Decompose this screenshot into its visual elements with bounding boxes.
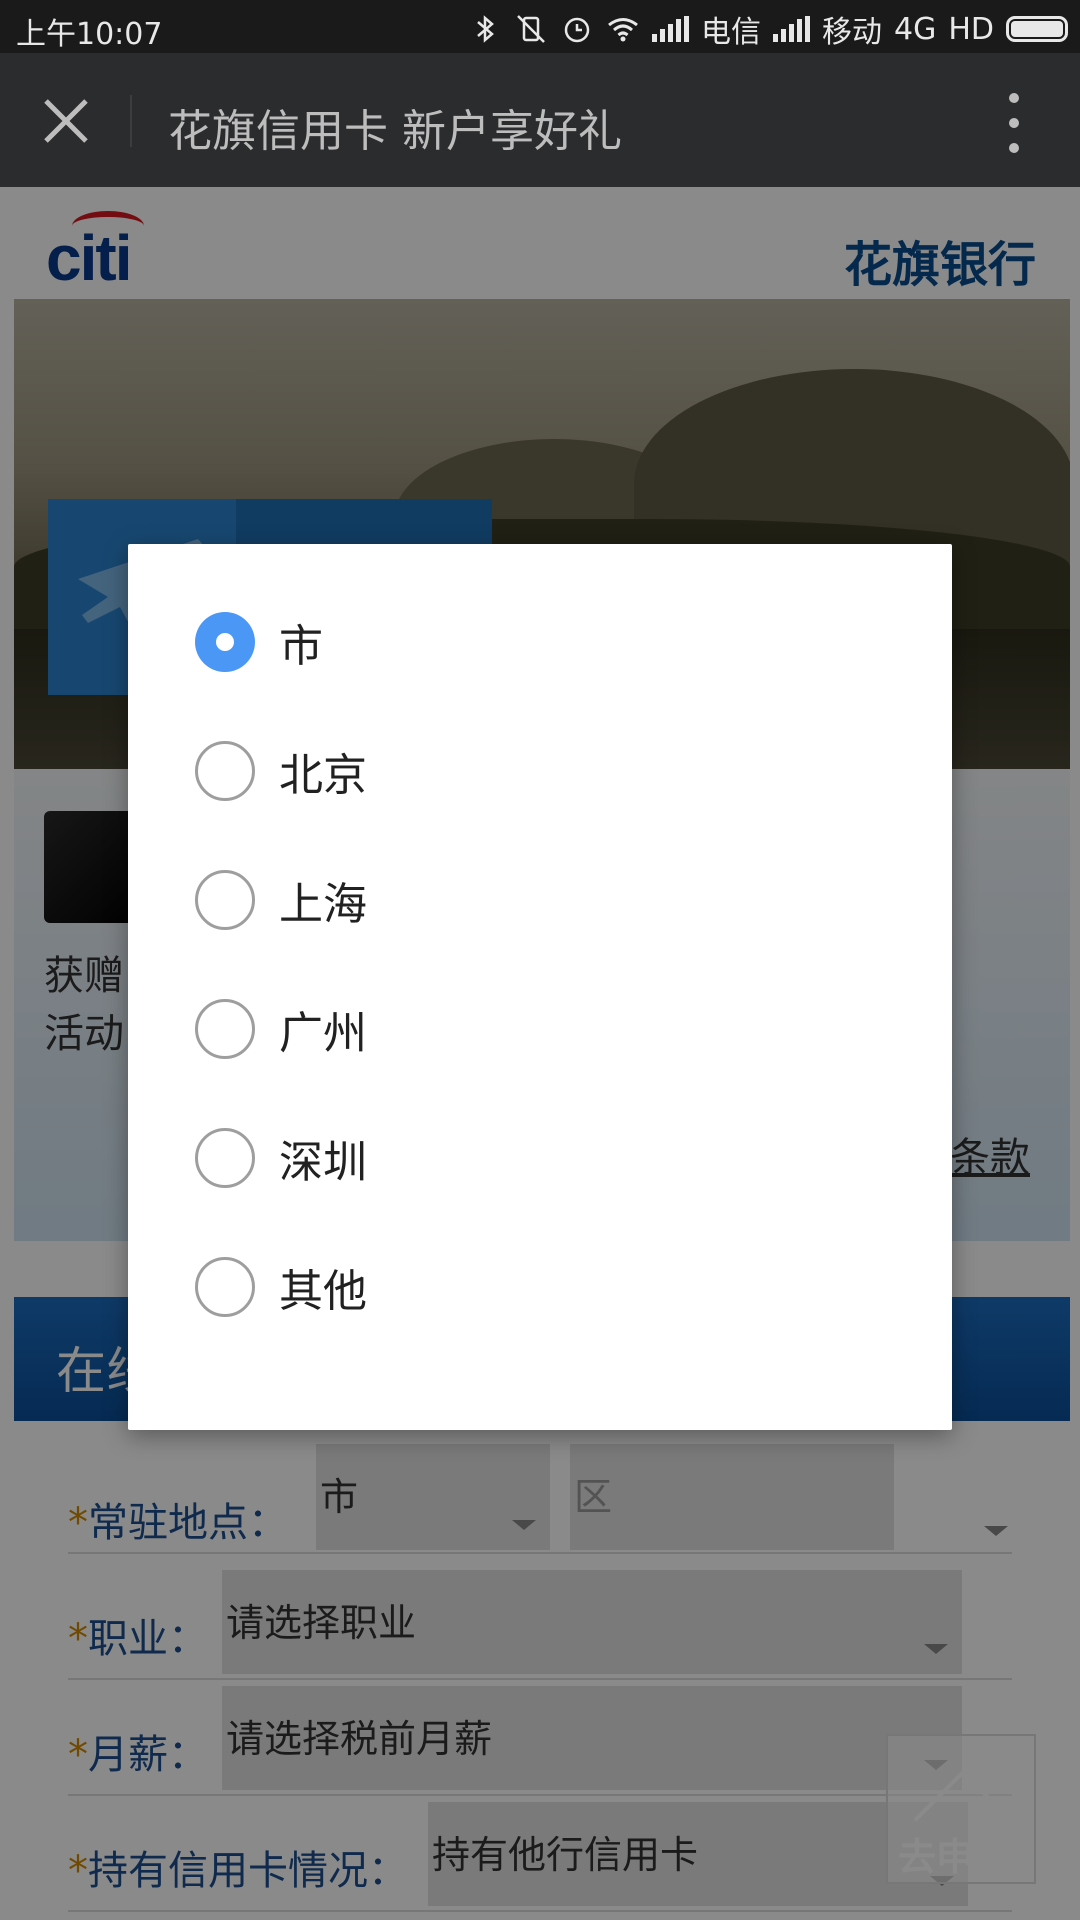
radio-unchecked-icon[interactable] bbox=[195, 1257, 255, 1317]
city-option-market[interactable]: 市 bbox=[195, 602, 885, 682]
city-option-shenzhen[interactable]: 深圳 bbox=[195, 1118, 885, 1198]
more-options-icon[interactable] bbox=[996, 93, 1032, 153]
page-title: 花旗信用卡 新户享好礼 bbox=[168, 106, 622, 157]
signal-icon bbox=[651, 16, 689, 42]
radio-unchecked-icon[interactable] bbox=[195, 741, 255, 801]
bluetooth-icon bbox=[477, 15, 494, 43]
city-option-other[interactable]: 其他 bbox=[195, 1247, 885, 1327]
city-option-label: 上海 bbox=[279, 879, 367, 930]
radio-unchecked-icon[interactable] bbox=[195, 870, 255, 930]
hd-indicator: HD bbox=[948, 11, 994, 47]
status-bar: 上午10:07 电信 移动 4G HD bbox=[0, 0, 1080, 53]
city-option-beijing[interactable]: 北京 bbox=[195, 731, 885, 811]
city-option-label: 北京 bbox=[279, 750, 367, 801]
wifi-icon bbox=[608, 18, 638, 42]
radio-unchecked-icon[interactable] bbox=[195, 1128, 255, 1188]
signal-icon-2 bbox=[772, 16, 810, 42]
title-bar: 花旗信用卡 新户享好礼 bbox=[0, 53, 1080, 187]
status-icons: 电信 移动 4G HD bbox=[468, 7, 1068, 51]
network-type: 4G bbox=[893, 11, 937, 47]
city-option-label: 其他 bbox=[279, 1266, 367, 1317]
city-option-label: 广州 bbox=[279, 1008, 367, 1059]
city-option-guangzhou[interactable]: 广州 bbox=[195, 989, 885, 1069]
city-option-shanghai[interactable]: 上海 bbox=[195, 860, 885, 940]
title-divider bbox=[130, 95, 132, 147]
city-option-label: 深圳 bbox=[279, 1137, 367, 1188]
radio-checked-icon[interactable] bbox=[195, 612, 255, 672]
carrier-1: 电信 bbox=[700, 15, 761, 50]
carrier-2: 移动 bbox=[821, 15, 882, 50]
battery-icon bbox=[1006, 16, 1068, 42]
status-time: 上午10:07 bbox=[16, 17, 163, 52]
vibrate-off-icon bbox=[517, 15, 545, 43]
close-icon[interactable] bbox=[38, 93, 94, 149]
alarm-icon bbox=[564, 17, 590, 43]
city-option-label: 市 bbox=[279, 621, 323, 672]
radio-unchecked-icon[interactable] bbox=[195, 999, 255, 1059]
city-picker-dialog: 市 北京 上海 广州 深圳 其他 bbox=[128, 544, 952, 1430]
